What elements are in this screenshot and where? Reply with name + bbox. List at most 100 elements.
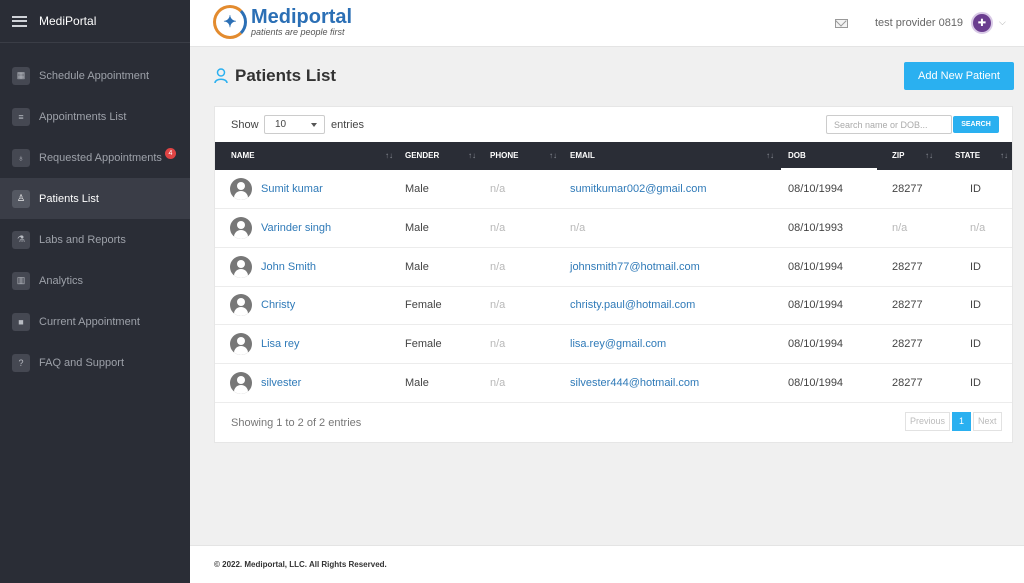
sidebar-header: MediPortal [0, 0, 190, 43]
sidebar-item-label: Appointments List [39, 110, 127, 123]
cell-zip: 28277 [892, 183, 923, 195]
column-header-zip[interactable]: ZIP [892, 142, 904, 170]
cell-name[interactable]: silvester [261, 364, 301, 402]
column-header-label: NAME [231, 151, 255, 160]
pagination-next[interactable]: Next [973, 412, 1002, 431]
cell-zip: n/a [892, 221, 908, 234]
cell-name[interactable]: Sumit kumar [261, 170, 323, 208]
cell-zip: 28277 [892, 260, 923, 273]
cell-dob: 08/10/1994 [788, 299, 844, 312]
sidebar-item-requested-appointments[interactable]: ♁ Requested Appointments 4 [0, 137, 190, 178]
cell-phone: n/a [490, 260, 506, 273]
sidebar-item-schedule-appointment[interactable]: ▦ Schedule Appointment [0, 55, 190, 96]
stethoscope-icon: ♁ [12, 148, 30, 167]
patient-avatar-icon [230, 255, 252, 278]
cell-zip: 28277 [892, 338, 923, 351]
question-icon: ? [12, 353, 30, 372]
cell-name[interactable]: John Smith [261, 248, 316, 286]
sidebar-item-faq-and-support[interactable]: ? FAQ and Support [0, 342, 190, 383]
cell-state: ID [970, 377, 981, 389]
cell-name[interactable]: Varinder singh [261, 209, 331, 247]
search-button[interactable]: SEARCH [953, 116, 999, 133]
cell-dob: 08/10/1994 [788, 377, 844, 389]
chevron-down-icon[interactable]: ⌵ [999, 17, 1006, 28]
mediportal-logo[interactable]: ✦ Mediportal patients are people first [213, 5, 352, 39]
cell-zip: 28277 [892, 299, 923, 312]
table-row[interactable]: Varinder singh Male n/a n/a 08/10/1993 n/a n/a [215, 209, 1012, 248]
chart-icon: ▥ [12, 271, 30, 290]
table-row[interactable]: Lisa rey Female n/a lisa.rey@gmail.com 08/10… [215, 325, 1012, 365]
cell-name[interactable]: Lisa rey [261, 325, 300, 363]
cell-dob: 08/10/1993 [788, 221, 844, 234]
cell-email[interactable]: christy.paul@hotmail.com [570, 286, 695, 324]
search-input[interactable] [826, 115, 952, 134]
column-header-email[interactable]: EMAIL [570, 142, 595, 170]
notification-badge: 4 [164, 148, 176, 159]
cell-gender: Male [405, 221, 429, 234]
cell-state: ID [970, 260, 981, 273]
sidebar-item-analytics[interactable]: ▥ Analytics [0, 260, 190, 301]
add-new-patient-button[interactable]: Add New Patient [904, 62, 1014, 90]
cell-email[interactable]: lisa.rey@gmail.com [570, 325, 666, 363]
table-row[interactable]: Sumit kumar Male n/a sumitkumar002@gmail.co… [215, 170, 1012, 209]
flask-icon: ⚗ [12, 230, 30, 249]
page-size-select[interactable]: 10 [264, 115, 325, 134]
sidebar-item-label: FAQ and Support [39, 356, 124, 369]
cell-email: n/a [570, 221, 586, 234]
sort-arrows-icon[interactable]: ↑↓ [766, 142, 774, 170]
column-header-label: STATE [955, 151, 981, 160]
calendar-icon: ▦ [12, 66, 30, 85]
cell-phone: n/a [490, 183, 506, 195]
top-bar: ✦ Mediportal patients are people first t… [190, 0, 1024, 47]
sidebar-brand: MediPortal [39, 14, 97, 28]
column-header-name[interactable]: NAME [231, 142, 255, 170]
patient-avatar-icon [230, 333, 252, 356]
column-header-label: PHONE [490, 151, 519, 160]
column-header-state[interactable]: STATE [955, 142, 980, 170]
column-header-label: ZIP [892, 151, 905, 160]
cell-dob: 08/10/1994 [788, 260, 844, 273]
user-icon: ♙ [12, 189, 30, 208]
pagination: Previous 1 Next [905, 412, 1002, 431]
sort-arrows-icon[interactable]: ↑↓ [468, 142, 476, 170]
entries-label: entries [331, 119, 365, 131]
cell-zip: 28277 [892, 377, 923, 389]
column-header-dob[interactable]: DOB [781, 142, 877, 170]
column-header-phone[interactable]: PHONE [490, 142, 518, 170]
copyright-text: © 2022. Mediportal, LLC. All Rights Rese… [214, 560, 387, 569]
table-row[interactable]: John Smith Male n/a johnsmith77@hotmail.com… [215, 248, 1012, 287]
sidebar-item-label: Requested Appointments [39, 151, 162, 164]
cell-email[interactable]: sumitkumar002@gmail.com [570, 170, 707, 208]
user-avatar[interactable]: ✚ [971, 12, 993, 34]
list-icon: ≡ [12, 107, 30, 126]
patients-card: Show 10 entries SEARCH NAME ↑↓ GENDER ↑↓ PHO… [214, 106, 1013, 443]
sidebar-item-patients-list[interactable]: ♙ Patients List [0, 178, 190, 219]
hamburger-menu-icon[interactable] [12, 15, 27, 27]
sidebar-item-label: Labs and Reports [39, 233, 126, 246]
sort-arrows-icon[interactable]: ↑↓ [925, 142, 933, 170]
patient-avatar-icon [230, 216, 252, 239]
table-row[interactable]: silvester Male n/a silvester444@hotmail.com… [215, 364, 1012, 403]
sort-arrows-icon[interactable]: ↑↓ [385, 142, 393, 170]
cell-email[interactable]: silvester444@hotmail.com [570, 364, 699, 402]
table-row[interactable]: Christy Female n/a christy.paul@hotmail.com… [215, 286, 1012, 326]
cell-name[interactable]: Christy [261, 286, 295, 324]
cell-phone: n/a [490, 338, 506, 351]
page-title-area: Patients List [214, 66, 336, 86]
page-title: Patients List [235, 66, 337, 85]
cell-gender: Male [405, 377, 429, 389]
user-name[interactable]: test provider 0819 [875, 17, 963, 29]
column-header-gender[interactable]: GENDER [405, 142, 439, 170]
show-label: Show [231, 119, 259, 131]
sort-arrows-icon[interactable]: ↑↓ [549, 142, 557, 170]
cell-dob: 08/10/1994 [788, 183, 844, 195]
sort-arrows-icon[interactable]: ↑↓ [1000, 142, 1008, 170]
sidebar-item-current-appointment[interactable]: ■ Current Appointment [0, 301, 190, 342]
pagination-previous[interactable]: Previous [905, 412, 951, 431]
cell-email[interactable]: johnsmith77@hotmail.com [570, 248, 700, 286]
sidebar-item-appointments-list[interactable]: ≡ Appointments List [0, 96, 190, 137]
pagination-page-1[interactable]: 1 [952, 412, 972, 431]
sidebar-item-labs-and-reports[interactable]: ⚗ Labs and Reports [0, 219, 190, 260]
sidebar-item-label: Schedule Appointment [39, 69, 150, 82]
mail-icon[interactable] [835, 19, 848, 28]
